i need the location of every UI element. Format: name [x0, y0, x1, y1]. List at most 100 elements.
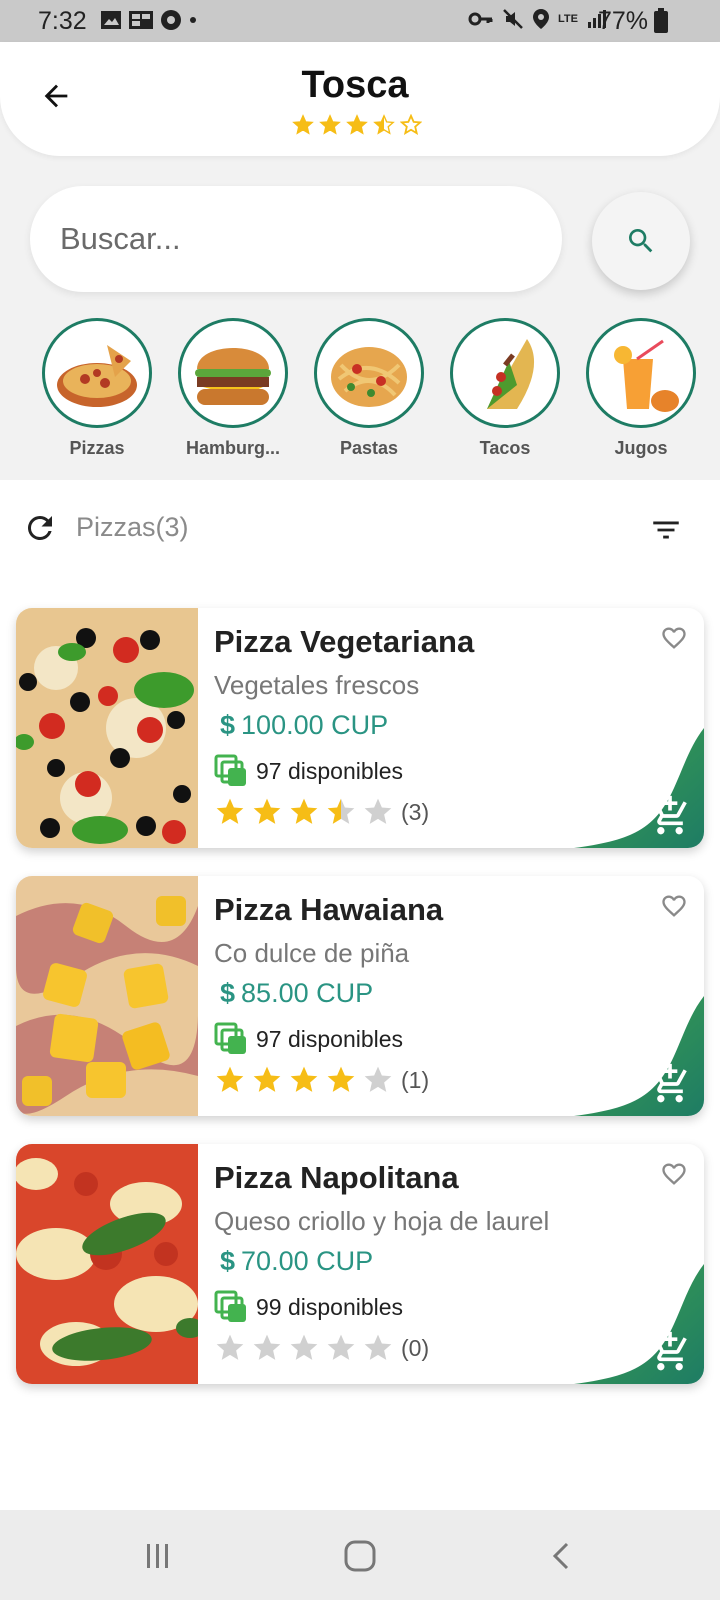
product-price: $ 100.00 CUP: [220, 710, 388, 741]
favorite-heart-icon[interactable]: [660, 892, 688, 920]
product-card[interactable]: Pizza Vegetariana Vegetales frescos $ 10…: [16, 608, 704, 848]
star-icon: [327, 1334, 355, 1360]
product-description: Vegetales frescos: [214, 670, 420, 700]
key-icon: [468, 12, 493, 26]
price-value: 100.00 CUP: [241, 710, 389, 740]
star-icon: [346, 114, 368, 135]
search-input[interactable]: [60, 212, 530, 266]
product-card[interactable]: Pizza Napolitana Queso criollo y hoja de…: [16, 1144, 704, 1384]
category-pizzas[interactable]: Pizzas: [32, 318, 162, 459]
pizza-vegetariana-image: [16, 608, 198, 848]
filter-button[interactable]: [644, 508, 688, 552]
battery-icon: [654, 8, 668, 33]
add-to-cart-icon[interactable]: [648, 1330, 692, 1374]
star-icon: [253, 1334, 281, 1360]
add-to-cart-icon[interactable]: [648, 794, 692, 838]
chrome-icon: [161, 10, 181, 30]
dot-icon: [190, 17, 196, 23]
currency-symbol: $: [220, 710, 236, 740]
product-panel: Pizzas(3) Pizza Vegetariana Vegetales fr…: [0, 480, 720, 1510]
product-stock: 97 disponibles: [214, 754, 403, 788]
product-stock: 99 disponibles: [214, 1290, 403, 1324]
star-icon: [216, 798, 244, 824]
search-button[interactable]: [592, 192, 690, 290]
star-icon: [364, 1334, 392, 1360]
star-icon: [290, 1066, 318, 1092]
star-icon: [327, 1066, 355, 1092]
product-rating: (3): [214, 796, 429, 828]
location-icon: [533, 9, 550, 29]
notification-icons: [100, 9, 198, 31]
review-count: (0): [401, 1334, 430, 1361]
filter-icon: [653, 521, 679, 539]
category-label: Hamburg...: [185, 438, 280, 458]
search-icon: [629, 229, 653, 253]
product-name: Pizza Napolitana: [214, 1160, 459, 1195]
stock-text: 97 disponibles: [256, 757, 404, 784]
pizza-hawaiana-image: [16, 876, 198, 1116]
status-bar: 7:32 LTE 77%: [0, 0, 720, 44]
grid-icon: [129, 11, 153, 29]
back-nav-button[interactable]: [542, 1536, 582, 1576]
taco-image: [450, 318, 560, 428]
category-pastas[interactable]: Pastas: [304, 318, 434, 459]
battery-percent: 77%: [597, 7, 648, 35]
currency-symbol: $: [220, 978, 236, 1008]
category-label: Pastas: [339, 438, 399, 458]
star-icon: [290, 1334, 318, 1360]
home-icon: [344, 1540, 376, 1572]
add-to-cart-icon[interactable]: [648, 1062, 692, 1106]
category-jugos[interactable]: Jugos: [576, 318, 706, 459]
product-name: Pizza Hawaiana: [214, 892, 444, 927]
star-icon: [327, 798, 355, 824]
recents-icon: [147, 1544, 168, 1568]
product-name: Pizza Vegetariana: [214, 624, 475, 659]
list-toolbar: Pizzas(3): [0, 480, 720, 580]
app-header: Tosca: [0, 42, 720, 156]
category-tacos[interactable]: Tacos: [440, 318, 570, 459]
star-icon: [400, 114, 422, 136]
star-icon: [290, 798, 318, 824]
list-title: Pizzas(3): [76, 512, 189, 542]
recents-button[interactable]: [138, 1536, 178, 1576]
category-list: Pizzas Hamburg... Pastas Tacos Jugos: [0, 318, 720, 468]
refresh-button[interactable]: [18, 506, 62, 550]
system-nav-bar: [0, 1510, 720, 1600]
network-label: LTE: [558, 13, 578, 25]
status-time: 7:32: [38, 7, 87, 35]
star-icon: [319, 114, 341, 135]
gallery-icon: [101, 11, 121, 29]
back-chevron-icon: [552, 1542, 569, 1570]
stock-text: 99 disponibles: [256, 1293, 404, 1320]
home-button[interactable]: [340, 1536, 380, 1576]
pizza-napolitana-image: [16, 1144, 198, 1384]
favorite-heart-icon[interactable]: [660, 624, 688, 652]
stock-icon: [214, 754, 246, 786]
product-description: Queso criollo y hoja de laurel: [214, 1206, 550, 1236]
mute-icon: [503, 9, 523, 29]
star-icon: [364, 798, 392, 824]
search-box: [30, 186, 562, 292]
refresh-icon: [27, 516, 52, 540]
hamburger-image: [178, 318, 288, 428]
currency-symbol: $: [220, 1246, 236, 1276]
star-icon: [253, 798, 281, 824]
product-card[interactable]: Pizza Hawaiana Co dulce de piña $ 85.00 …: [16, 876, 704, 1116]
favorite-heart-icon[interactable]: [660, 1160, 688, 1188]
product-rating: (1): [214, 1064, 429, 1096]
pizza-image: [42, 318, 152, 428]
category-hamburgers[interactable]: Hamburg...: [168, 318, 298, 459]
price-value: 85.00 CUP: [241, 978, 374, 1008]
category-label: Pizzas: [69, 438, 125, 458]
header-rating: [292, 114, 422, 136]
product-price: $ 70.00 CUP: [220, 1246, 373, 1277]
juice-image: [586, 318, 696, 428]
stock-icon: [214, 1022, 246, 1054]
category-label: Tacos: [479, 438, 531, 458]
product-price: $ 85.00 CUP: [220, 978, 373, 1009]
price-value: 70.00 CUP: [241, 1246, 374, 1276]
product-stock: 97 disponibles: [214, 1022, 403, 1056]
category-label: Jugos: [614, 438, 668, 458]
product-rating: (0): [214, 1332, 429, 1364]
stock-text: 97 disponibles: [256, 1025, 404, 1052]
